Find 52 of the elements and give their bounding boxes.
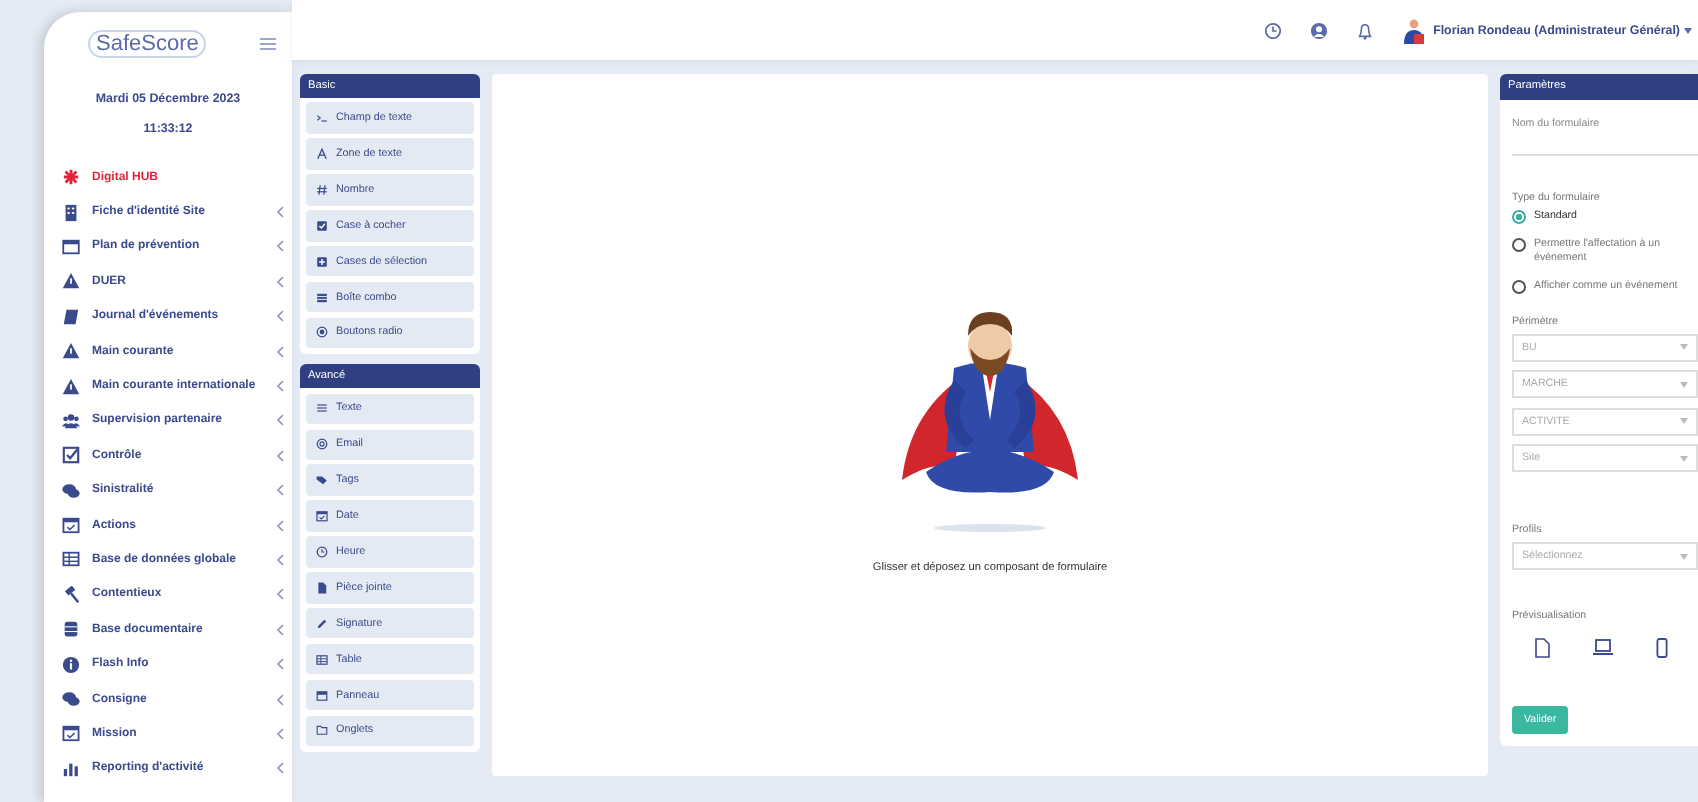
caret-icon — [1680, 455, 1688, 462]
radio-button[interactable] — [1512, 280, 1526, 295]
laptop-icon[interactable] — [1591, 638, 1614, 657]
hash-icon — [316, 183, 328, 196]
checkbox-icon — [62, 446, 80, 465]
calendar-icon — [62, 516, 80, 535]
caret-icon[interactable] — [1684, 27, 1692, 33]
warning-icon — [62, 342, 80, 361]
phone-icon[interactable] — [1656, 638, 1669, 659]
document-icon[interactable] — [1533, 638, 1550, 659]
info-icon — [62, 655, 80, 674]
at-sign-icon — [316, 438, 328, 451]
caret-icon — [1680, 344, 1688, 351]
calendar-icon — [316, 510, 328, 523]
caret-icon — [1680, 418, 1688, 425]
warning-icon — [62, 377, 80, 396]
tags-icon — [316, 474, 328, 487]
file-icon — [316, 581, 328, 594]
checkbox-icon — [316, 219, 328, 232]
chat-icon — [62, 690, 80, 709]
prompt-icon — [316, 112, 328, 125]
building-icon — [62, 203, 80, 222]
users-icon — [62, 411, 80, 430]
bell-icon[interactable] — [1355, 21, 1374, 39]
radio-icon — [316, 326, 328, 339]
database-icon — [62, 620, 80, 639]
folder-icon — [316, 724, 328, 737]
caret-icon — [1680, 381, 1688, 388]
bar-chart-icon — [62, 759, 80, 778]
chat-icon — [62, 481, 80, 500]
text-lines-icon — [316, 402, 328, 415]
window-icon — [62, 237, 80, 256]
clock-icon — [316, 545, 328, 558]
user-circle-icon[interactable] — [1309, 21, 1328, 39]
logo: SafeScore — [88, 30, 207, 58]
plus-square-icon — [316, 255, 328, 268]
caret-icon — [1680, 553, 1688, 560]
warning-icon — [62, 272, 80, 291]
avatar-icon[interactable] — [1401, 17, 1426, 43]
radio-button[interactable] — [1512, 237, 1526, 252]
book-icon — [62, 307, 80, 326]
letter-a-icon — [316, 148, 328, 161]
panel-icon — [316, 689, 328, 701]
table-icon — [316, 653, 328, 666]
radio-button[interactable] — [1512, 210, 1526, 224]
clock-icon[interactable] — [1263, 21, 1282, 39]
list-icon — [316, 291, 328, 304]
asterisk-icon — [62, 168, 80, 187]
table-icon — [62, 550, 80, 569]
pen-icon — [316, 617, 328, 630]
gavel-icon — [62, 585, 80, 604]
calendar-icon — [62, 724, 80, 743]
